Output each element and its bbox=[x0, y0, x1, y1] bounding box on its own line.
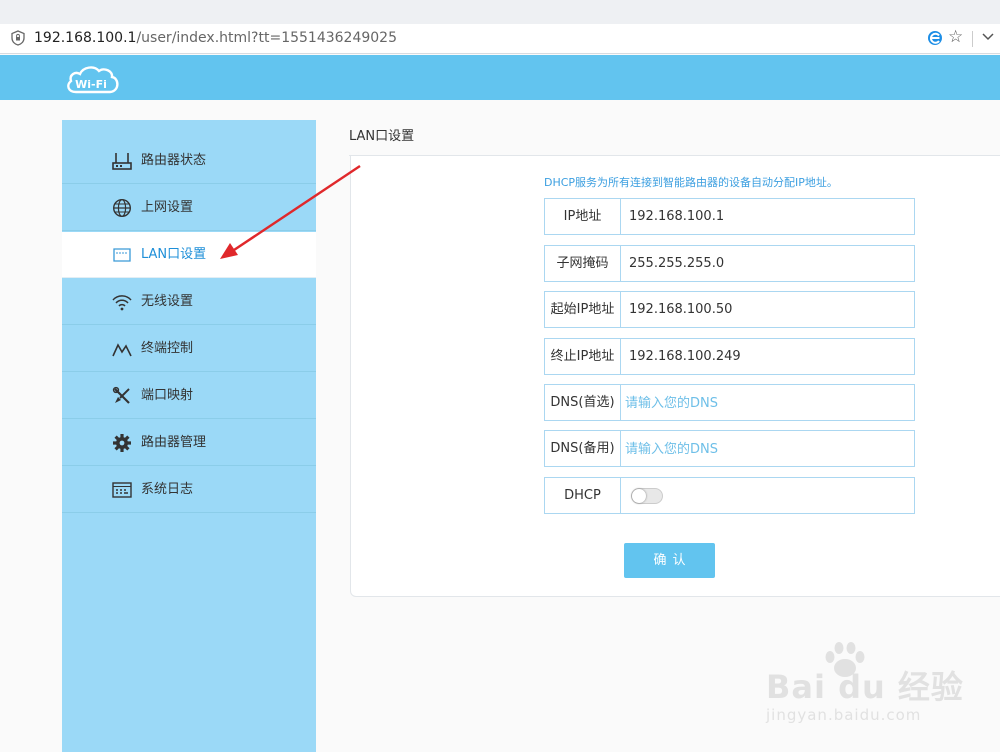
end-ip-value[interactable]: 192.168.100.249 bbox=[629, 339, 741, 374]
sidebar-item-label: 上网设置 bbox=[141, 200, 194, 215]
start-ip-value[interactable]: 192.168.100.50 bbox=[629, 292, 732, 327]
browser-tab-strip bbox=[0, 0, 1000, 24]
ip-address-label: IP地址 bbox=[545, 199, 621, 234]
url-path: /user/index.html?tt=1551436249025 bbox=[136, 30, 397, 46]
dns-primary-input[interactable] bbox=[623, 389, 907, 418]
logo-text: Wi-Fi bbox=[75, 78, 107, 91]
baidu-watermark: Bai du 经验 jingyan.baidu.com bbox=[760, 640, 970, 730]
sidebar-item-label: 无线设置 bbox=[141, 294, 194, 309]
watermark-sub-text: jingyan.baidu.com bbox=[766, 706, 922, 724]
end-ip-label: 终止IP地址 bbox=[545, 339, 621, 374]
confirm-button[interactable]: 确认 bbox=[624, 543, 715, 578]
url-host: 192.168.100.1 bbox=[34, 30, 137, 46]
watermark-main-text: Bai du 经验 bbox=[766, 668, 964, 706]
subnet-mask-label: 子网掩码 bbox=[545, 246, 621, 281]
sidebar-item-port-mapping[interactable]: 端口映射 bbox=[62, 373, 316, 419]
toolbar-divider bbox=[972, 31, 973, 47]
page-title: LAN口设置 bbox=[349, 129, 415, 144]
address-bar[interactable]: 192.168.100.1/user/index.html?tt=1551436… bbox=[0, 24, 1000, 54]
shield-icon bbox=[11, 30, 25, 46]
ip-address-row: IP地址 192.168.100.1 bbox=[544, 198, 915, 235]
annotation-arrow bbox=[220, 165, 361, 259]
sidebar-item-label: 路由器状态 bbox=[141, 153, 207, 168]
dns-backup-input[interactable] bbox=[623, 435, 907, 464]
wifi-icon bbox=[112, 295, 132, 311]
star-icon[interactable]: ☆ bbox=[948, 28, 963, 46]
gear-icon bbox=[113, 434, 131, 452]
wifi-cloud-logo: Wi-Fi bbox=[67, 66, 119, 94]
dhcp-hint-text: DHCP服务为所有连接到智能路由器的设备自动分配IP地址。 bbox=[544, 176, 838, 189]
app-header: Wi-Fi bbox=[0, 55, 1000, 100]
sidebar-item-label: 端口映射 bbox=[141, 388, 194, 403]
url-text[interactable]: 192.168.100.1/user/index.html?tt=1551436… bbox=[34, 29, 397, 47]
sidebar-item-router-management[interactable]: 路由器管理 bbox=[62, 420, 316, 466]
chart-line-icon bbox=[112, 343, 132, 357]
log-icon bbox=[112, 482, 132, 498]
start-ip-label: 起始IP地址 bbox=[545, 292, 621, 327]
chevron-down-icon[interactable] bbox=[982, 32, 994, 42]
lan-port-icon bbox=[113, 248, 131, 262]
sidebar-item-label: 路由器管理 bbox=[141, 435, 207, 450]
sidebar-item-label: LAN口设置 bbox=[141, 247, 207, 262]
dhcp-label: DHCP bbox=[545, 478, 621, 513]
toggle-knob bbox=[632, 489, 646, 503]
end-ip-row: 终止IP地址 192.168.100.249 bbox=[544, 338, 915, 375]
globe-icon bbox=[112, 198, 132, 218]
sidebar-item-terminal-control[interactable]: 终端控制 bbox=[62, 326, 316, 372]
dns-primary-row: DNS(首选) bbox=[544, 384, 915, 421]
subnet-mask-row: 子网掩码 255.255.255.0 bbox=[544, 245, 915, 282]
sidebar-item-label: 系统日志 bbox=[141, 482, 194, 497]
ie-browser-icon[interactable] bbox=[926, 29, 944, 47]
tools-icon bbox=[112, 386, 130, 404]
start-ip-row: 起始IP地址 192.168.100.50 bbox=[544, 291, 915, 328]
sidebar-item-system-log[interactable]: 系统日志 bbox=[62, 467, 316, 513]
dhcp-toggle[interactable] bbox=[631, 488, 663, 504]
dns-backup-label: DNS(备用) bbox=[545, 431, 621, 466]
sidebar-item-wireless-settings[interactable]: 无线设置 bbox=[62, 279, 316, 325]
subnet-mask-value[interactable]: 255.255.255.0 bbox=[629, 246, 724, 281]
dhcp-row: DHCP bbox=[544, 477, 915, 514]
sidebar-item-label: 终端控制 bbox=[141, 341, 194, 356]
ip-address-value[interactable]: 192.168.100.1 bbox=[629, 199, 724, 234]
dns-backup-row: DNS(备用) bbox=[544, 430, 915, 467]
dns-primary-label: DNS(首选) bbox=[545, 385, 621, 420]
router-icon bbox=[112, 153, 132, 170]
